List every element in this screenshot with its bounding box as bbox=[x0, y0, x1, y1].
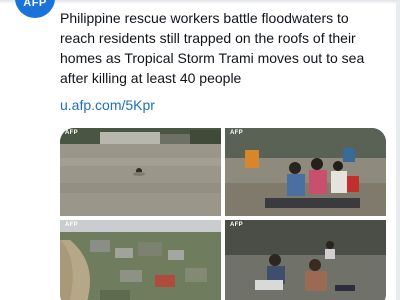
afp-watermark: AFP bbox=[230, 222, 243, 228]
afp-watermark: AFP bbox=[65, 222, 78, 228]
wading-men-photo bbox=[225, 220, 386, 300]
tweet-text: Philippine rescue workers battle floodwa… bbox=[60, 10, 365, 86]
right-divider bbox=[396, 0, 400, 300]
flood-swimmer-photo bbox=[60, 128, 221, 216]
evacuation-boat-photo bbox=[225, 128, 386, 216]
tweet-link[interactable]: u.afp.com/5Kpr bbox=[60, 97, 155, 113]
media-grid: AFP AFP AFP AFP bbox=[60, 128, 386, 300]
media-image-3[interactable]: AFP bbox=[60, 220, 221, 300]
afp-watermark: AFP bbox=[230, 130, 243, 136]
aerial-flood-photo bbox=[60, 220, 221, 300]
top-divider bbox=[0, 0, 400, 4]
afp-avatar[interactable]: AFP bbox=[15, 0, 55, 18]
afp-watermark: AFP bbox=[65, 130, 78, 136]
media-image-1[interactable]: AFP bbox=[60, 128, 221, 216]
media-image-4[interactable]: AFP bbox=[225, 220, 386, 300]
afp-logo: AFP bbox=[23, 0, 47, 9]
media-image-2[interactable]: AFP bbox=[225, 128, 386, 216]
tweet-page: AFP Philippine rescue workers battle flo… bbox=[0, 0, 400, 300]
